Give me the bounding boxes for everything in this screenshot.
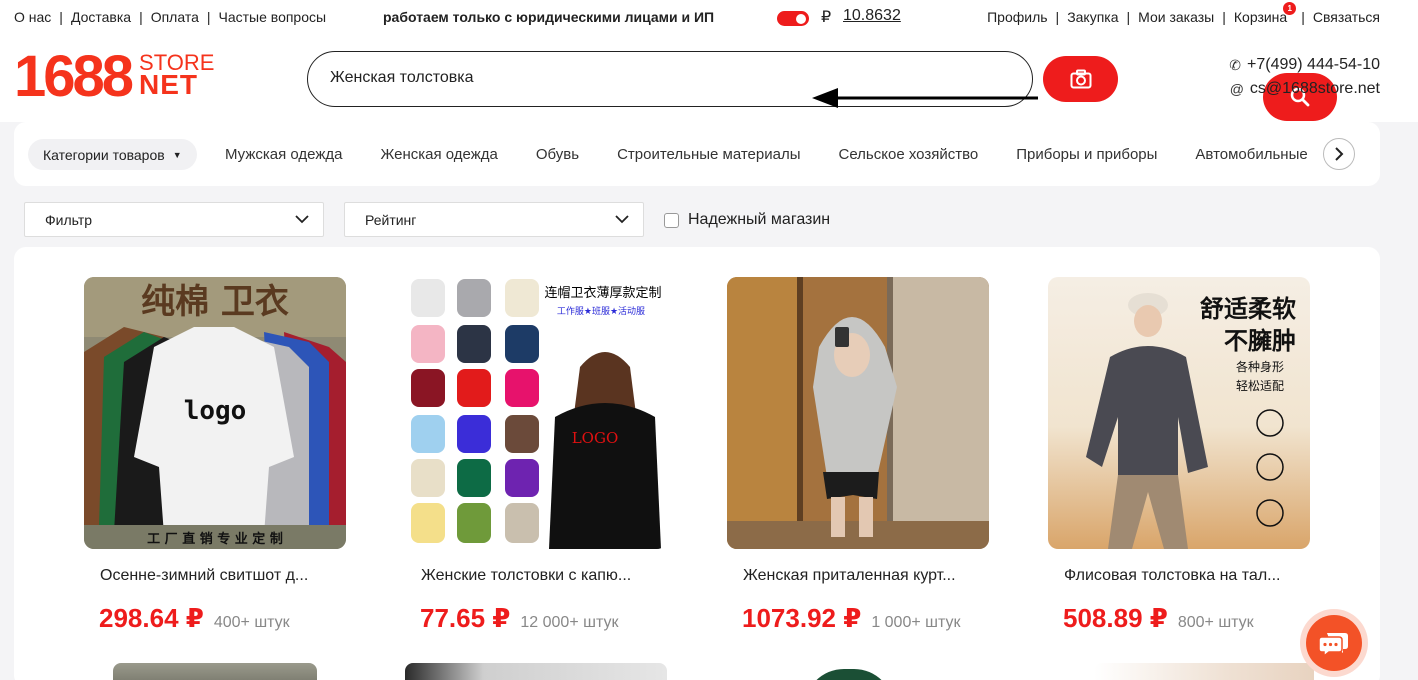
chat-icon xyxy=(1319,633,1348,657)
product-image[interactable] xyxy=(804,669,894,680)
product-image[interactable] xyxy=(1094,663,1314,680)
exchange-rate[interactable]: 10.8632 xyxy=(843,7,901,25)
product-grid: 纯棉 卫衣 logo 工 厂 直 销 专 业 定 制 Осенне-зимний… xyxy=(14,247,1380,680)
image-line1-text: 舒适柔软 xyxy=(1200,295,1296,323)
top-links-left: О нас | Доставка | Оплата | Частые вопросы xyxy=(14,9,327,25)
image-footer-text: 工 厂 直 销 专 业 定 制 xyxy=(147,531,283,547)
reliable-shop-label: Надежный магазин xyxy=(688,211,831,228)
reliable-shop-checkbox[interactable] xyxy=(664,212,679,228)
product-quantity: 800+ штук xyxy=(1177,614,1254,631)
product-name[interactable]: Женская приталенная курт... xyxy=(743,567,989,585)
product-quantity: 1 000+ штук xyxy=(871,614,961,631)
product-image[interactable] xyxy=(405,663,667,680)
category-links: Мужская одежда Женская одежда Обувь Стро… xyxy=(225,146,1346,163)
product-price-row: 508.89 ₽ 800+ штук xyxy=(1063,603,1310,634)
category-link[interactable]: Строительные материалы xyxy=(617,146,800,163)
product-name[interactable]: Осенне-зимний свитшот д... xyxy=(100,567,346,585)
ruble-sign: ₽ xyxy=(821,9,832,26)
chat-button[interactable] xyxy=(1300,609,1368,677)
category-link[interactable]: Женская одежда xyxy=(380,146,497,163)
link-profile[interactable]: Профиль xyxy=(987,9,1047,25)
at-icon: @ xyxy=(1229,81,1244,97)
product-image[interactable] xyxy=(113,663,317,680)
category-link[interactable]: Сельское хозяйство xyxy=(839,146,979,163)
product-price: 298.64 ₽ xyxy=(99,603,204,633)
search-box xyxy=(307,51,1337,121)
link-payment[interactable]: Оплата xyxy=(151,9,199,25)
filters-bar: Фильтр Рейтинг Надежный магазин xyxy=(0,202,1418,238)
image-logo-text: logo xyxy=(184,396,247,426)
product-image[interactable]: 纯棉 卫衣 logo 工 厂 直 销 专 业 定 制 xyxy=(84,277,346,549)
product-image[interactable]: 舒适柔软 不臃肿 各种身形 轻松适配 xyxy=(1048,277,1310,549)
site-logo[interactable]: 1688 STORE NET xyxy=(14,48,214,106)
header: 1688 STORE NET ✆ +7(499) 444-54-10 @ cs@16… xyxy=(0,34,1418,122)
filter-label: Фильтр xyxy=(45,211,93,228)
product-price: 77.65 ₽ xyxy=(420,603,511,633)
filter-dropdown[interactable]: Фильтр xyxy=(24,202,324,237)
product-name[interactable]: Флисовая толстовка на тал... xyxy=(1064,567,1310,585)
logo-net: NET xyxy=(139,69,199,100)
arrow-left-icon xyxy=(812,88,1038,108)
image-line3-text: 各种身形 xyxy=(1236,359,1284,374)
product-price-row: 298.64 ₽ 400+ штук xyxy=(99,603,346,634)
chat-button-inner[interactable] xyxy=(1306,615,1362,671)
product-card[interactable]: 舒适柔软 不臃肿 各种身形 轻松适配 Флисовая толстовка на… xyxy=(1048,277,1310,634)
logo-words: STORE NET xyxy=(139,52,214,100)
top-bar: О нас | Доставка | Оплата | Частые вопросы … xyxy=(0,0,1418,34)
b2b-notice: работаем только с юридическими лицами и … xyxy=(383,9,715,25)
rating-dropdown[interactable]: Рейтинг xyxy=(344,202,644,237)
currency-toggle[interactable] xyxy=(777,11,809,26)
link-purchase[interactable]: Закупка xyxy=(1067,9,1118,25)
phone-number[interactable]: +7(499) 444-54-10 xyxy=(1247,53,1380,77)
link-my-orders[interactable]: Мои заказы xyxy=(1138,9,1214,25)
link-cart[interactable]: Корзина 1 xyxy=(1233,2,1297,25)
link-faq[interactable]: Частые вопросы xyxy=(219,9,327,25)
link-contact[interactable]: Связаться xyxy=(1313,9,1380,25)
category-link[interactable]: Приборы и приборы xyxy=(1016,146,1157,163)
image-title-text: 纯棉 卫衣 xyxy=(141,282,289,322)
chevron-down-icon xyxy=(295,215,309,224)
category-link[interactable]: Обувь xyxy=(536,146,579,163)
image-line2-text: 不臃肿 xyxy=(1224,327,1296,355)
reliable-shop-filter[interactable]: Надежный магазин xyxy=(664,211,830,229)
category-link[interactable]: Мужская одежда xyxy=(225,146,342,163)
product-quantity: 12 000+ штук xyxy=(520,614,619,631)
contacts: ✆ +7(499) 444-54-10 @ cs@1688store.net xyxy=(1229,53,1380,101)
link-about[interactable]: О нас xyxy=(14,9,51,25)
rating-label: Рейтинг xyxy=(365,211,417,228)
product-price-row: 77.65 ₽ 12 000+ штук xyxy=(420,603,667,634)
phone-icon: ✆ xyxy=(1229,57,1242,73)
product-card[interactable]: LOGO 连帽卫衣薄厚款定制 工作服★班服★活动服 Женские толсто… xyxy=(405,277,667,634)
product-price: 508.89 ₽ xyxy=(1063,603,1168,633)
image-search-button[interactable] xyxy=(1043,56,1118,102)
chevron-down-icon xyxy=(615,215,629,224)
chevron-right-icon xyxy=(1335,147,1344,161)
image-title-text: 连帽卫衣薄厚款定制 xyxy=(544,285,661,301)
image-line4-text: 轻松适配 xyxy=(1236,379,1284,393)
product-name[interactable]: Женские толстовки с капю... xyxy=(421,567,667,585)
image-sub-text: 工作服★班服★活动服 xyxy=(557,305,645,317)
camera-icon xyxy=(1070,69,1091,89)
product-image[interactable] xyxy=(727,277,989,549)
product-image[interactable]: LOGO 连帽卫衣薄厚款定制 工作服★班服★活动服 xyxy=(405,277,667,549)
email-address[interactable]: cs@1688store.net xyxy=(1250,77,1380,101)
product-price-row: 1073.92 ₽ 1 000+ штук xyxy=(742,603,989,634)
category-bar: Категории товаров ▼ Мужская одежда Женск… xyxy=(14,122,1380,186)
cart-label: Корзина xyxy=(1233,9,1288,25)
caret-down-icon: ▼ xyxy=(172,149,182,160)
top-links-right: Профиль | Закупка | Мои заказы | Корзина 1 … xyxy=(987,2,1380,25)
logo-number: 1688 xyxy=(14,44,134,109)
categories-label: Категории товаров xyxy=(43,146,165,163)
product-card[interactable]: Женская приталенная курт... 1073.92 ₽ 1 … xyxy=(727,277,989,634)
categories-next-button[interactable] xyxy=(1323,138,1355,170)
search-input[interactable] xyxy=(330,69,950,87)
product-card[interactable]: 纯棉 卫衣 logo 工 厂 直 销 专 业 定 制 Осенне-зимний… xyxy=(84,277,346,634)
image-logo-text: LOGO xyxy=(572,429,619,447)
product-quantity: 400+ штук xyxy=(213,614,290,631)
cart-count-badge: 1 xyxy=(1283,2,1297,15)
link-delivery[interactable]: Доставка xyxy=(71,9,131,25)
categories-dropdown[interactable]: Категории товаров ▼ xyxy=(28,139,197,170)
product-price: 1073.92 ₽ xyxy=(742,603,862,633)
category-link[interactable]: Автомобильные xyxy=(1195,146,1307,163)
